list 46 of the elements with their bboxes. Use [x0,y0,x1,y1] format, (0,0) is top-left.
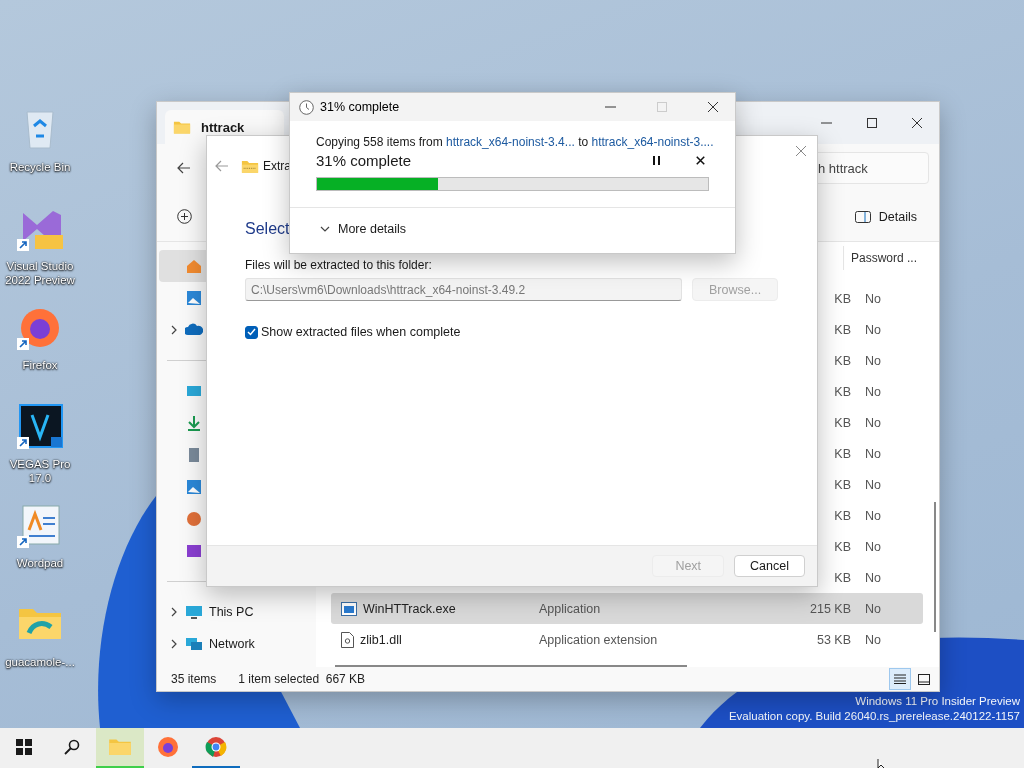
copy-description: Copying 558 items from httrack_x64-noinst-3.4... to httrack_x64-noinst-3.... [316,135,715,149]
table-cell-text: Application [539,601,602,616]
table-cell-text: KB [833,477,851,492]
evaluation-notice: Windows 11 Pro Insider Preview [855,694,1020,709]
table-cell-text: No [864,601,882,616]
progress-status: 31% complete [316,152,413,169]
table-cell-text: 53 KB [815,632,851,647]
table-cell-text: KB [833,416,851,431]
table-cell-text: KB [833,508,851,523]
file-name: WinHTTrack.exe [363,601,456,616]
table-cell-text: No [864,354,882,369]
checkbox-label: Show extracted files when complete [261,325,461,339]
table-cell-text: No [864,323,882,338]
table-cell-text: No [864,416,882,431]
icon-label: Wordpad [15,556,65,570]
file-name: zlib1.dll [360,632,402,647]
nav-label: Network [209,637,255,651]
table-cell-text: No [864,477,882,492]
table-cell-text: No [864,292,882,307]
window-title: 31% complete [320,100,400,114]
icon-label: guacamole-... [4,655,76,669]
table-cell-text: KB [833,570,851,585]
table-cell-text: KB [833,447,851,462]
table-cell-text: No [864,508,882,523]
field-label: Files will be extracted to this folder: [245,258,432,272]
table-cell-text: No [864,447,882,462]
table-cell-text: No [864,570,882,585]
item-count: 35 items [171,672,217,686]
table-cell-text: Application extension [539,632,659,647]
table-cell-text: KB [833,292,851,307]
icon-label: Recycle Bin [8,160,72,174]
icon-label: VEGAS Pro 17.0 [8,457,72,485]
evaluation-notice: Evaluation copy. Build 26040.rs_prerelease.240122-1157 [728,709,1020,724]
selection-info: 1 item selected 667 KB [238,672,366,686]
icon-label: Firefox [21,358,59,372]
table-cell-text: KB [833,539,851,554]
table-cell-text: No [864,632,882,647]
table-cell-text: KB [833,354,851,369]
table-cell-text: No [864,385,882,400]
table-cell-text: KB [833,323,851,338]
section-heading: Select [245,220,290,238]
nav-label: This PC [209,605,254,619]
table-cell-text: 215 KB [809,601,851,616]
table-cell-text: KB [833,385,851,400]
icon-label: Visual Studio 2022 Preview [4,259,76,287]
table-cell-text: No [864,539,882,554]
